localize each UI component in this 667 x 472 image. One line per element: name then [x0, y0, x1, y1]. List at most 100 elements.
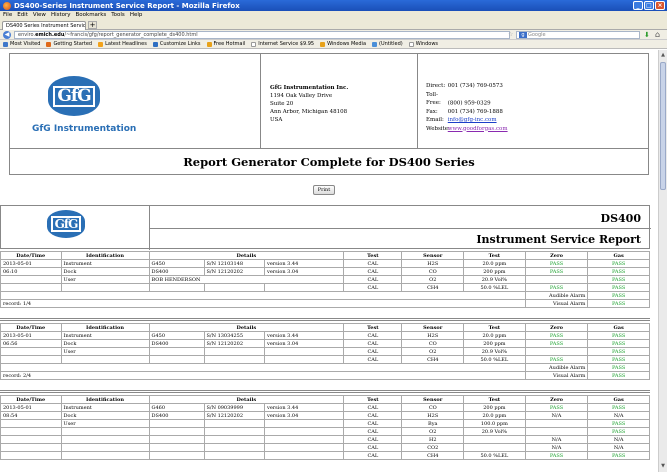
- bookmark-free-hotmail[interactable]: Free Hotmail: [206, 41, 245, 47]
- sensor-cell: Bya: [401, 419, 465, 428]
- date-time-cell: [0, 435, 62, 444]
- maximize-button[interactable]: □: [644, 1, 654, 10]
- version-cell: version 3.04: [263, 411, 345, 420]
- logo-text: GfG: [50, 216, 82, 232]
- alarm-row: record: 2/4 Visual Alarm PASS: [0, 371, 650, 380]
- email-label: Email:: [426, 117, 444, 123]
- minimize-button[interactable]: _: [633, 1, 643, 10]
- date-time-cell: [0, 443, 62, 452]
- date-time-cell: [0, 275, 62, 284]
- model-cell: DS400: [148, 267, 205, 276]
- zero-result-cell: [524, 275, 589, 284]
- serial-cell: S/N 12120202: [203, 411, 265, 420]
- date-time-cell: [0, 451, 62, 460]
- scroll-down-icon[interactable]: ▼: [660, 463, 666, 470]
- home-icon[interactable]: ⌂: [655, 30, 660, 39]
- date-time-cell: [0, 427, 62, 436]
- version-cell: [263, 355, 345, 364]
- folder-icon: [3, 41, 8, 47]
- test-type-cell: CAL: [343, 435, 403, 444]
- sensor-cell: H2S: [401, 411, 465, 420]
- version-cell: [263, 443, 345, 452]
- website-link[interactable]: www.goodforgas.com: [448, 126, 508, 132]
- date-time-cell: [0, 347, 62, 356]
- print-button[interactable]: Print: [313, 185, 335, 195]
- gas-result-cell: PASS: [587, 259, 650, 268]
- version-cell: [263, 283, 345, 292]
- email-link[interactable]: info@gfg-inc.com: [448, 117, 497, 123]
- test-value-cell: 100.0 ppm: [463, 419, 526, 428]
- menu-bookmarks[interactable]: Bookmarks: [76, 12, 107, 18]
- menu-edit[interactable]: Edit: [17, 12, 28, 18]
- gas-result-cell: PASS: [587, 427, 650, 436]
- bookmark-windows[interactable]: Windows: [408, 41, 439, 47]
- menu-history[interactable]: History: [51, 12, 71, 18]
- bookmark-label: Windows Media: [327, 41, 367, 47]
- table-row: CAL CH4 50.0 %LEL PASS PASS: [0, 283, 650, 292]
- gas-result-cell: PASS: [587, 355, 650, 364]
- window-title-bar: DS400-Series Instrument Service Report -…: [0, 0, 667, 11]
- search-input[interactable]: g Google: [516, 31, 640, 39]
- gas-result-cell: PASS: [587, 283, 650, 292]
- version-cell: [263, 435, 345, 444]
- test-value-cell: 200 ppm: [463, 267, 526, 276]
- menu-bar: File Edit View History Bookmarks Tools H…: [0, 11, 667, 19]
- vertical-scrollbar[interactable]: ▲ ▼: [658, 50, 667, 472]
- version-cell: version 3.04: [263, 267, 345, 276]
- new-tab-button[interactable]: +: [88, 21, 97, 29]
- table-row: 06:56 Dock DS400 S/N 12120202 version 3.04 CA…: [0, 339, 650, 348]
- back-arrow-icon[interactable]: ◀: [3, 31, 11, 39]
- table-row: User CAL Bya 100.0 ppm PASS: [0, 419, 650, 428]
- test-type-cell: CAL: [343, 267, 403, 276]
- gas-result-cell: PASS: [587, 419, 650, 428]
- sensor-cell: H2S: [401, 331, 465, 340]
- record-table: Date/Time Identification Details Test Sensor…: [0, 323, 650, 380]
- test-type-cell: CAL: [343, 427, 403, 436]
- url-input[interactable]: enviro.emich.edu/~francis/gfg/report_gen…: [14, 31, 510, 39]
- close-button[interactable]: ×: [655, 1, 665, 10]
- gfg-logo: GfG: [47, 210, 85, 238]
- zero-result-cell: PASS: [524, 403, 589, 412]
- scroll-up-icon[interactable]: ▲: [660, 52, 666, 59]
- menu-file[interactable]: File: [3, 12, 12, 18]
- report-header: GfG DS400 Instrument Service Report: [0, 205, 651, 250]
- logo-caption: GfG Instrumentation: [32, 124, 137, 134]
- bookmark-getting-started[interactable]: Getting Started: [46, 41, 92, 47]
- alarm-label: Visual Alarm: [524, 299, 589, 308]
- scrollbar-thumb[interactable]: [660, 62, 666, 190]
- company-address: GfG Instrumentation Inc. 1194 Oak Valley…: [270, 84, 348, 124]
- sensor-cell: CH4: [401, 451, 465, 460]
- bookmark-windows-media[interactable]: Windows Media: [320, 41, 366, 47]
- column-header: Gas: [587, 251, 650, 260]
- bookmark-internet-service[interactable]: Internet Service $9.95: [251, 41, 314, 47]
- tab-report[interactable]: DS400 Series Instrument Service Report: [2, 21, 86, 30]
- table-row: CAL O2 20.9 Vol% PASS: [0, 427, 650, 436]
- menu-help[interactable]: Help: [130, 12, 143, 18]
- address-line: USA: [270, 117, 283, 123]
- contact-value: 001 (734) 769-1888: [447, 108, 503, 115]
- bookmark-untitled[interactable]: (Untitled): [372, 41, 403, 47]
- column-header: Zero: [524, 395, 589, 404]
- test-value-cell: 20.9 Vol%: [463, 275, 526, 284]
- page-icon: [152, 41, 158, 47]
- download-arrow-icon[interactable]: ⬇: [644, 31, 650, 39]
- record-counter: record: 2/4: [0, 371, 526, 380]
- table-row: CAL H2 N/A N/A: [0, 435, 650, 444]
- menu-view[interactable]: View: [33, 12, 46, 18]
- record-separator: [0, 318, 650, 321]
- bookmark-latest-headlines[interactable]: Latest Headlines: [98, 41, 147, 47]
- tab-bar: DS400 Series Instrument Service Report +: [0, 19, 667, 30]
- bookmark-star-icon[interactable]: ☆: [508, 31, 513, 38]
- menu-tools[interactable]: Tools: [111, 12, 125, 18]
- bookmark-most-visited[interactable]: Most Visited: [3, 41, 40, 47]
- column-header: Date/Time: [0, 323, 62, 332]
- bookmark-label: Windows: [415, 41, 439, 47]
- gas-result-cell: N/A: [587, 411, 650, 420]
- model-cell: [148, 283, 205, 292]
- bookmark-customize-links[interactable]: Customize Links: [152, 41, 201, 47]
- table-row: 08:54 Dock DS400 S/N 12120202 version 3.04 CA…: [0, 411, 650, 420]
- sensor-cell: CO: [401, 267, 465, 276]
- bookmark-label: Getting Started: [53, 41, 93, 47]
- serial-cell: [203, 443, 265, 452]
- zero-result-cell: PASS: [524, 267, 589, 276]
